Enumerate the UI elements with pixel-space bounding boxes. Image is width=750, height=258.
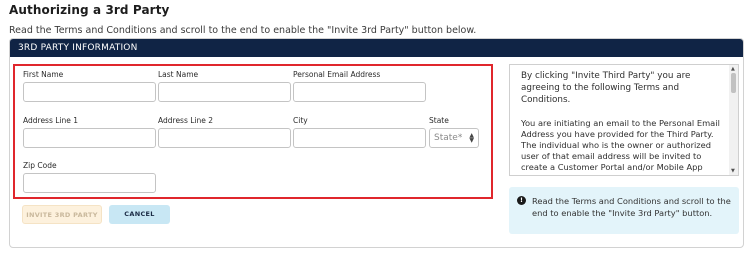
last-name-label: Last Name <box>158 70 199 79</box>
last-name-field: Last Name <box>158 70 291 102</box>
cancel-button[interactable]: CANCEL <box>109 205 170 224</box>
invite-3rd-party-button[interactable]: INVITE 3RD PARTY <box>22 205 102 224</box>
state-select-value: State* <box>434 133 463 143</box>
terms-body: You are initiating an email to the Perso… <box>521 118 720 175</box>
third-party-form: First Name Last Name Personal Email Addr… <box>13 64 493 199</box>
address1-label: Address Line 1 <box>23 116 79 125</box>
terms-scroll-box[interactable]: By clicking "Invite Third Party" you are… <box>509 64 739 176</box>
first-name-input[interactable] <box>23 82 156 102</box>
last-name-input[interactable] <box>158 82 291 102</box>
email-field: Personal Email Address <box>293 70 426 102</box>
state-field: State State* ▲ ▼ <box>429 116 479 148</box>
terms-scrollbar[interactable]: ▲ ▼ <box>729 65 738 175</box>
address1-field: Address Line 1 <box>23 116 156 148</box>
city-field: City <box>293 116 426 148</box>
terms-heading: By clicking "Invite Third Party" you are… <box>521 71 691 105</box>
zip-field: Zip Code <box>23 161 156 193</box>
zip-label: Zip Code <box>23 161 57 170</box>
first-name-field: First Name <box>23 70 156 102</box>
address2-input[interactable] <box>158 128 291 148</box>
info-text: Read the Terms and Conditions and scroll… <box>532 196 731 218</box>
info-icon: ! <box>517 196 526 205</box>
info-notice: ! Read the Terms and Conditions and scro… <box>509 187 739 234</box>
city-label: City <box>293 116 308 125</box>
state-label: State <box>429 116 449 125</box>
address1-input[interactable] <box>23 128 156 148</box>
first-name-label: First Name <box>23 70 64 79</box>
scroll-thumb[interactable] <box>731 73 736 93</box>
city-input[interactable] <box>293 128 426 148</box>
page-title: Authorizing a 3rd Party <box>9 3 170 17</box>
zip-input[interactable] <box>23 173 156 193</box>
email-label: Personal Email Address <box>293 70 381 79</box>
intro-text: Read the Terms and Conditions and scroll… <box>9 25 477 36</box>
select-arrows-icon: ▲ ▼ <box>469 132 474 144</box>
card-header: 3RD PARTY INFORMATION <box>10 39 743 57</box>
state-select[interactable]: State* ▲ ▼ <box>429 128 479 148</box>
address2-field: Address Line 2 <box>158 116 291 148</box>
third-party-card: 3RD PARTY INFORMATION First Name Last Na… <box>9 38 744 248</box>
email-input[interactable] <box>293 82 426 102</box>
scroll-down-icon[interactable]: ▼ <box>731 168 735 174</box>
scroll-up-icon[interactable]: ▲ <box>731 66 735 72</box>
address2-label: Address Line 2 <box>158 116 214 125</box>
